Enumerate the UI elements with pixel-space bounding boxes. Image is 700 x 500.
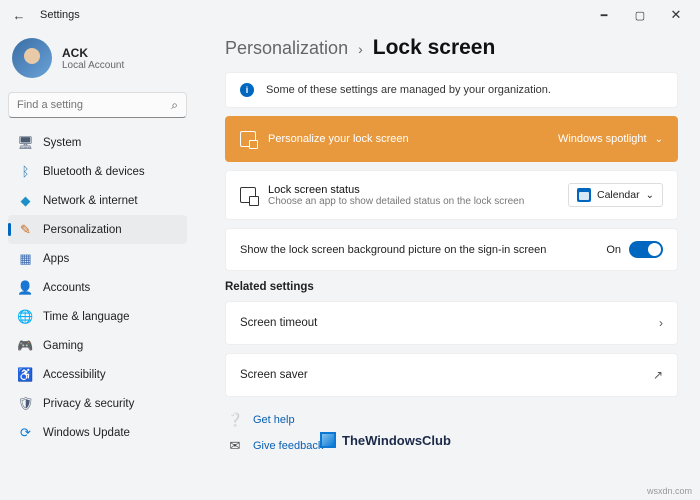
sidebar-item-update[interactable]: ⟳ Windows Update — [8, 418, 187, 447]
sidebar-item-system[interactable]: 🖥 System — [8, 128, 187, 157]
back-button[interactable]: ← — [6, 2, 32, 28]
main-content: Personalization › Lock screen i Some of … — [195, 30, 700, 500]
help-icon: ❔ — [227, 412, 243, 428]
sidebar-item-accessibility[interactable]: ♿ Accessibility — [8, 360, 187, 389]
profile-subtitle: Local Account — [62, 60, 124, 71]
bluetooth-icon: ᛒ — [18, 164, 33, 179]
give-feedback-link[interactable]: ✉ Give feedback — [227, 433, 676, 459]
person-icon: 👤 — [18, 280, 33, 295]
brush-icon: ✎ — [18, 222, 33, 237]
sidebar-item-label: System — [43, 137, 81, 149]
search-input[interactable] — [17, 99, 171, 111]
nav-list: 🖥 System ᛒ Bluetooth & devices ◆ Network & … — [8, 128, 187, 447]
personalize-lockscreen-row[interactable]: Personalize your lock screen Windows spo… — [225, 116, 678, 162]
apps-icon: ▦ — [18, 251, 33, 266]
sidebar-item-label: Accessibility — [43, 369, 106, 381]
sidebar: ACK Local Account ⌕ 🖥 System ᛒ Bluetooth &… — [0, 30, 195, 500]
system-icon: 🖥 — [18, 135, 33, 150]
sidebar-item-gaming[interactable]: 🎮 Gaming — [8, 331, 187, 360]
update-icon: ⟳ — [18, 425, 33, 440]
org-managed-banner: i Some of these settings are managed by … — [225, 72, 678, 108]
sidebar-item-label: Time & language — [43, 311, 130, 323]
app-title: Settings — [40, 9, 80, 21]
profile-block[interactable]: ACK Local Account — [8, 34, 187, 88]
sidebar-item-label: Network & internet — [43, 195, 138, 207]
profile-name: ACK — [62, 46, 124, 60]
signin-picture-row: Show the lock screen background picture … — [225, 228, 678, 271]
breadcrumb: Personalization › Lock screen — [225, 36, 678, 60]
globe-icon: 🌐 — [18, 309, 33, 324]
sidebar-item-personalization[interactable]: ✎ Personalization — [8, 215, 187, 244]
external-link-icon: ↗ — [653, 368, 663, 382]
sidebar-item-label: Privacy & security — [43, 398, 134, 410]
sidebar-item-label: Personalization — [43, 224, 122, 236]
sidebar-item-label: Bluetooth & devices — [43, 166, 145, 178]
chevron-down-icon: ⌄ — [655, 134, 663, 145]
sidebar-item-label: Windows Update — [43, 427, 130, 439]
close-button[interactable]: ✕ — [658, 1, 694, 29]
minimize-button[interactable]: ━ — [586, 1, 622, 29]
gaming-icon: 🎮 — [18, 338, 33, 353]
info-banner-text: Some of these settings are managed by yo… — [266, 84, 551, 96]
screen-timeout-link[interactable]: Screen timeout › — [225, 301, 678, 345]
sidebar-item-bluetooth[interactable]: ᛒ Bluetooth & devices — [8, 157, 187, 186]
calendar-icon — [577, 188, 591, 202]
chevron-right-icon: › — [659, 316, 663, 330]
shield-icon: 🛡 — [18, 396, 33, 411]
signin-toggle-label: Show the lock screen background picture … — [240, 244, 546, 256]
sidebar-item-label: Accounts — [43, 282, 90, 294]
titlebar: ← Settings ━ ▢ ✕ — [0, 0, 700, 30]
breadcrumb-parent[interactable]: Personalization — [225, 38, 348, 59]
sidebar-item-apps[interactable]: ▦ Apps — [8, 244, 187, 273]
window-controls: ━ ▢ ✕ — [586, 1, 694, 29]
chevron-right-icon: › — [358, 41, 363, 57]
wifi-icon: ◆ — [18, 193, 33, 208]
personalize-value[interactable]: Windows spotlight ⌄ — [558, 133, 663, 145]
search-input-wrap[interactable]: ⌕ — [8, 92, 187, 118]
help-links: ❔ Get help ✉ Give feedback — [225, 407, 678, 459]
sidebar-item-network[interactable]: ◆ Network & internet — [8, 186, 187, 215]
avatar — [12, 38, 52, 78]
personalize-label: Personalize your lock screen — [268, 133, 409, 145]
status-title: Lock screen status — [268, 184, 524, 196]
chevron-down-icon: ⌄ — [646, 190, 654, 201]
get-help-link[interactable]: ❔ Get help — [227, 407, 676, 433]
lockscreen-status-row[interactable]: Lock screen status Choose an app to show… — [225, 170, 678, 220]
toggle-state-text: On — [606, 244, 621, 256]
maximize-button[interactable]: ▢ — [622, 1, 658, 29]
status-app-select[interactable]: Calendar ⌄ — [568, 183, 663, 207]
info-icon: i — [240, 83, 254, 97]
screen-saver-link[interactable]: Screen saver ↗ — [225, 353, 678, 397]
related-settings-heading: Related settings — [225, 281, 678, 293]
sidebar-item-label: Apps — [43, 253, 69, 265]
status-desc: Choose an app to show detailed status on… — [268, 196, 524, 207]
search-icon: ⌕ — [171, 98, 178, 113]
sidebar-item-time[interactable]: 🌐 Time & language — [8, 302, 187, 331]
signin-toggle[interactable] — [629, 241, 663, 258]
sidebar-item-label: Gaming — [43, 340, 83, 352]
status-icon — [240, 187, 256, 203]
accessibility-icon: ♿ — [18, 367, 33, 382]
feedback-icon: ✉ — [227, 438, 243, 454]
sidebar-item-accounts[interactable]: 👤 Accounts — [8, 273, 187, 302]
picture-icon — [240, 131, 256, 147]
sidebar-item-privacy[interactable]: 🛡 Privacy & security — [8, 389, 187, 418]
page-title: Lock screen — [373, 36, 496, 60]
